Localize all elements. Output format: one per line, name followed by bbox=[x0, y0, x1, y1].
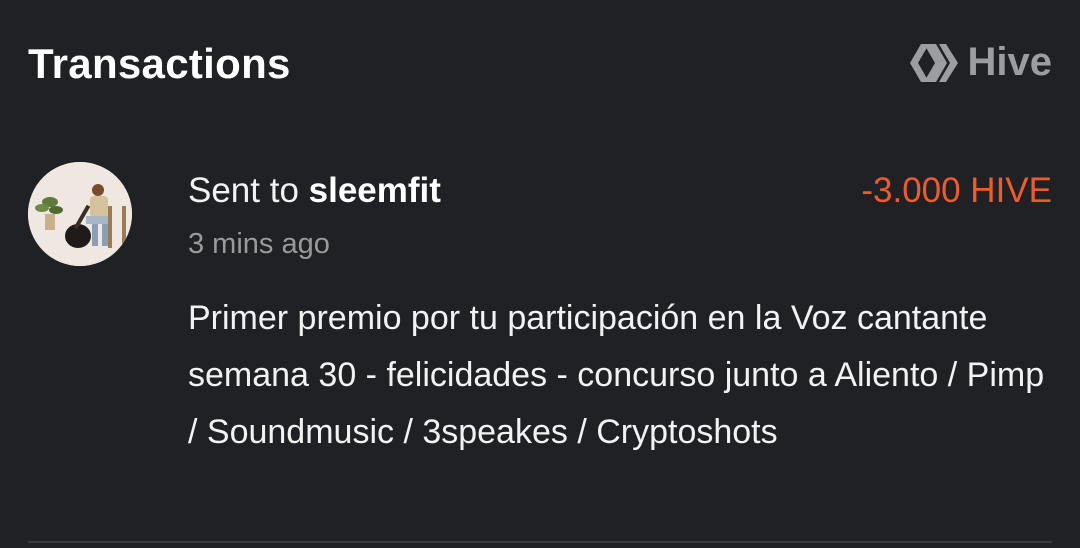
hive-logo-icon bbox=[908, 41, 960, 85]
divider bbox=[28, 541, 1052, 543]
transaction-memo: Primer premio por tu participación en la… bbox=[188, 299, 1045, 451]
transaction-body: Sent to sleemfit -3.000 HIVE 3 mins ago … bbox=[188, 162, 1052, 461]
transactions-panel: Transactions Hive Sent to sleemfit -3.00… bbox=[0, 0, 1080, 548]
transaction-amount: -3.000 HIVE bbox=[861, 171, 1052, 210]
recipient-link[interactable]: sleemfit bbox=[309, 171, 441, 210]
brand-label: Hive bbox=[967, 40, 1053, 84]
summary-prefix: Sent to bbox=[188, 171, 309, 210]
header: Transactions Hive bbox=[28, 36, 1052, 92]
transaction-time: 3 mins ago bbox=[188, 228, 330, 260]
user-avatar[interactable] bbox=[28, 162, 132, 266]
page-title: Transactions bbox=[28, 40, 291, 87]
brand: Hive bbox=[908, 40, 1053, 85]
